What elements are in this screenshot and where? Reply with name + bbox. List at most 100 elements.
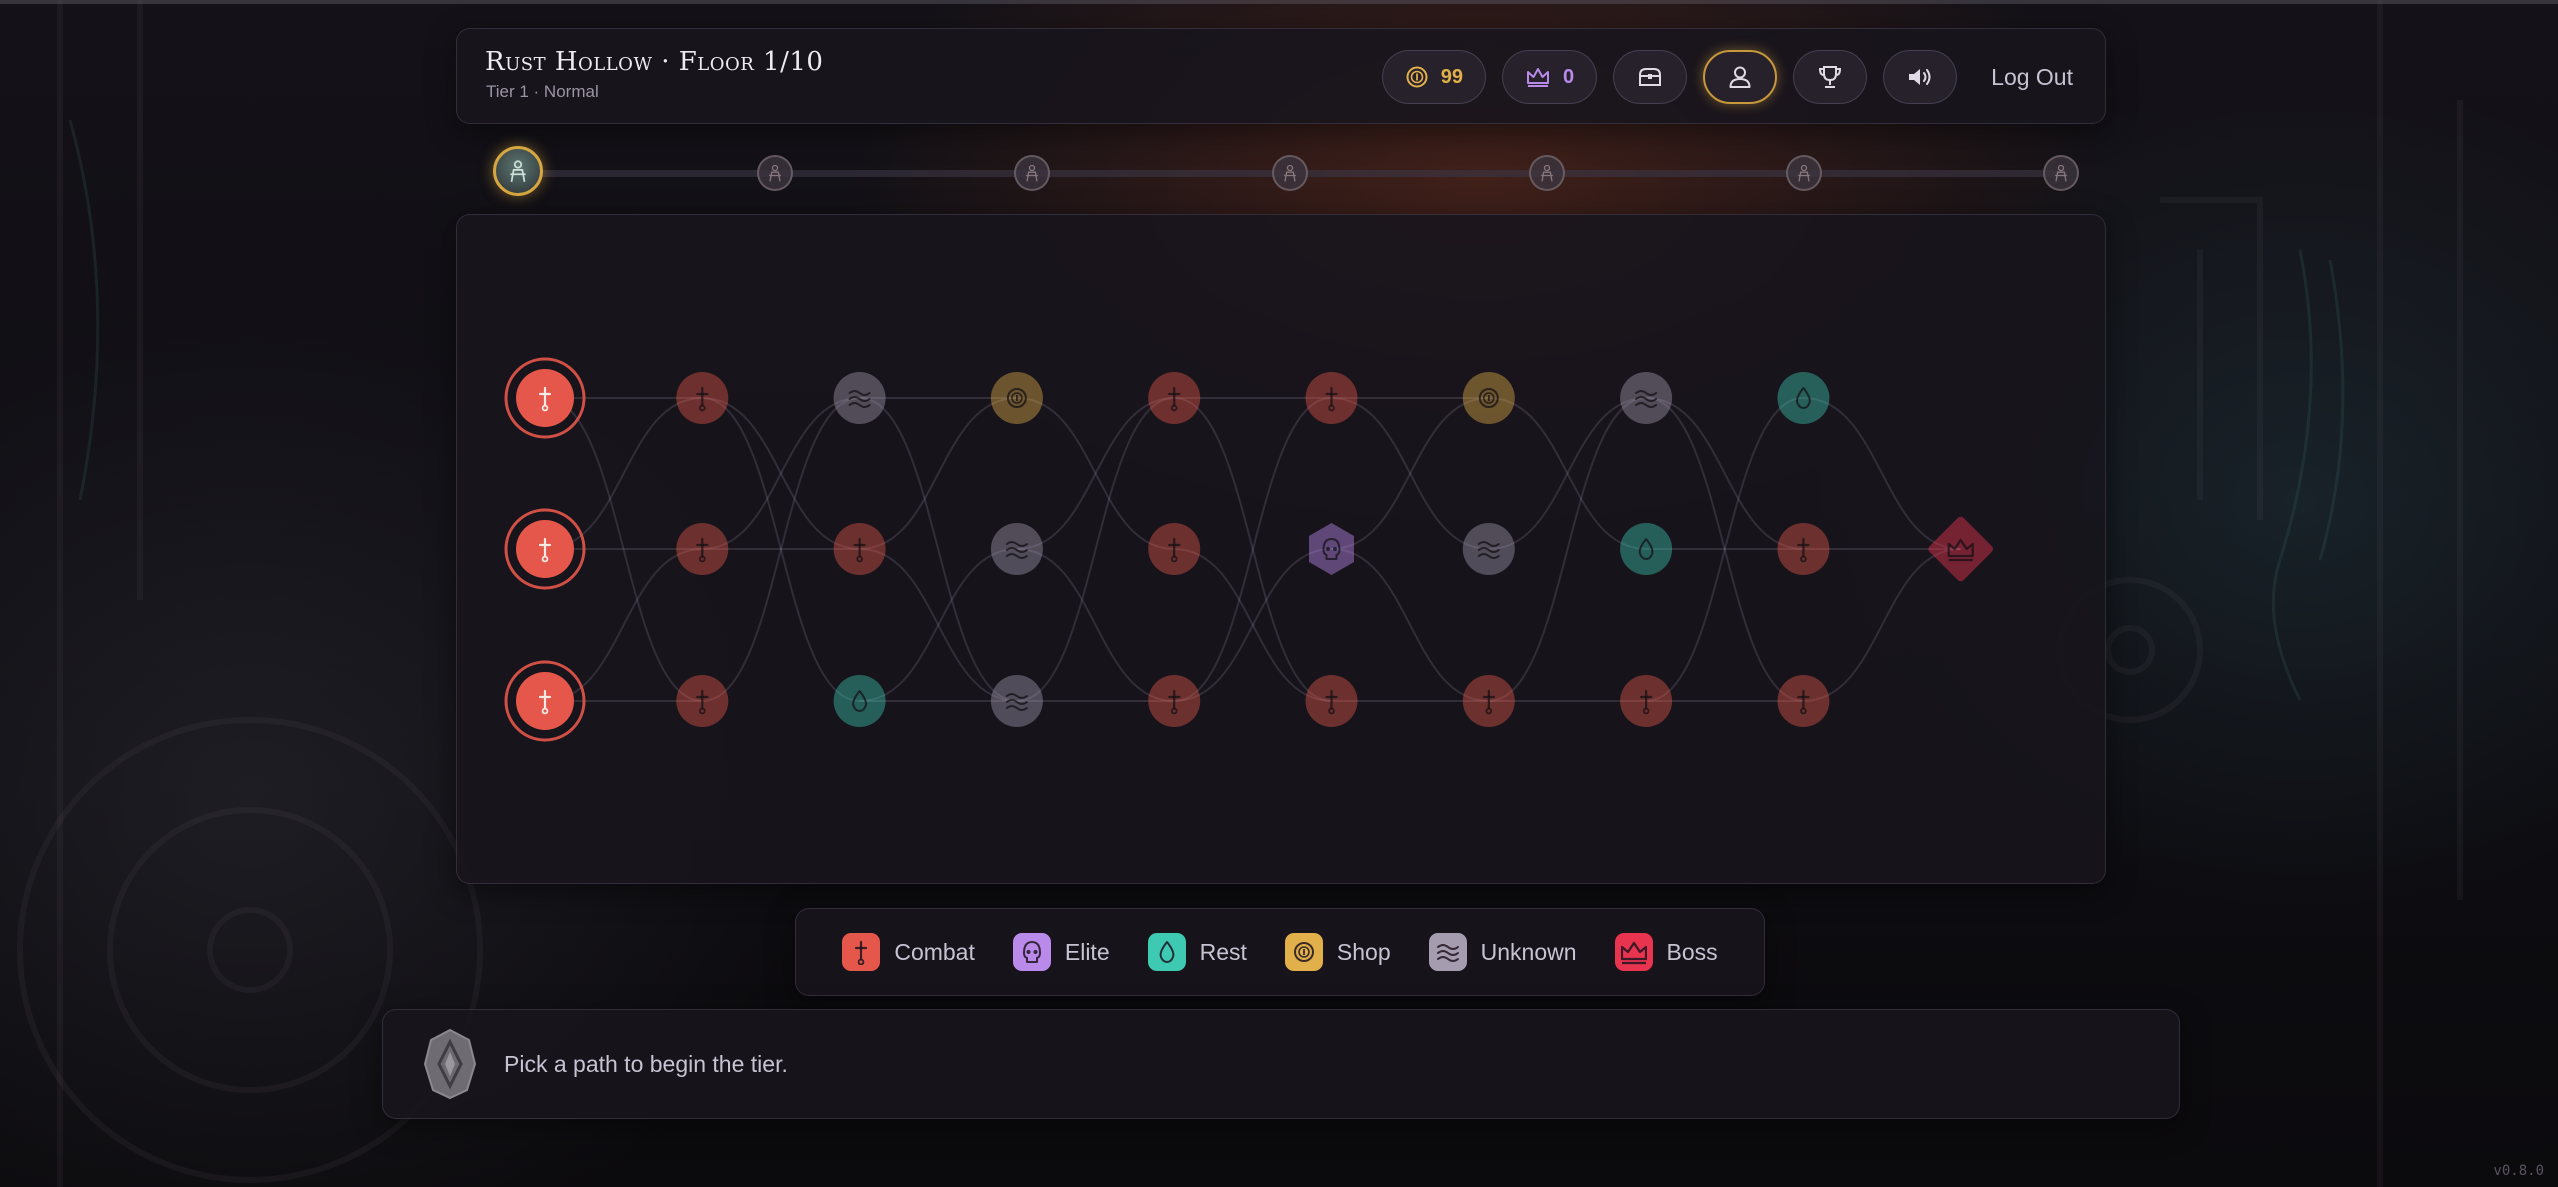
map-node-combat [833,523,886,575]
map-node-shop [1462,372,1515,424]
path-edge [859,397,1017,550]
floor-emblem-icon [769,164,781,182]
path-edge [1016,548,1175,702]
legend-chip [1428,933,1467,971]
map-node-unknown [990,675,1043,727]
legend-label: Combat [894,938,975,965]
header-actions: 99 0 Log Out [1381,49,2083,105]
hint-text: Pick a path to begin the tier. [504,1051,788,1077]
floor-emblem-icon [1026,164,1039,182]
map-node-combat [676,523,729,575]
legend-item-elite: Elite [1012,933,1110,971]
chest-icon [1639,68,1662,86]
path-edge [1803,548,1961,702]
progress-step [1271,155,1308,191]
map-node-unknown [1462,523,1515,575]
user-icon [1729,66,1751,88]
map-node-rest [833,675,886,727]
legend-item-rest: Rest [1147,933,1247,971]
map-node-combat [1148,372,1201,424]
progress-step [1528,155,1565,191]
map-node-combat[interactable] [504,508,586,590]
map-node-unknown [1620,372,1673,424]
path-edge [544,397,703,550]
floor-emblem-icon [1283,164,1296,182]
path-edge [859,548,1017,702]
map-node-combat[interactable] [504,357,586,439]
path-edge [1331,548,1489,702]
crown-icon [1527,68,1550,87]
progress-step [1014,155,1051,191]
achievements-button[interactable] [1793,50,1868,104]
legend-label: Elite [1064,938,1110,965]
map-node-boss [1928,516,1993,582]
legend-label: Boss [1666,938,1718,965]
legend-chip [1012,933,1051,971]
floor-emblem-icon [1797,164,1810,182]
sound-button[interactable] [1883,50,1958,104]
map-node-combat [1148,675,1201,727]
rune-stone-icon [423,1028,477,1100]
legend-item-unknown: Unknown [1428,933,1577,971]
progress-step [1785,155,1822,191]
floor-emblem-icon [510,160,526,182]
path-edge [1016,397,1175,550]
map-node-shop [990,372,1043,424]
progress-step [2043,155,2079,191]
top-bar: Rust Hollow · Floor 1/10 Tier 1 · Normal… [456,28,2106,124]
path-edge [1803,397,1961,550]
path-edge [1488,397,1647,550]
map-node-rest [1620,523,1673,575]
dagger-icon [855,940,868,965]
floor-emblem-icon [1540,164,1553,182]
trophy-icon [1819,66,1842,88]
crown-counter[interactable]: 0 [1502,50,1598,104]
legend-label: Shop [1336,938,1391,965]
map-node-combat [1462,675,1515,727]
path-edge [702,397,860,550]
legend-label: Rest [1199,938,1247,965]
floor-title: Rust Hollow · Floor 1/10 [485,47,824,77]
speaker-icon [1909,69,1931,85]
floor-progress-track [493,146,2087,198]
waves-icon [1436,944,1459,962]
map-node-combat[interactable] [504,660,586,742]
node-legend: Combat Elite Rest Shop Unknown Boss [795,908,1765,996]
path-map [456,214,2106,884]
map-node-combat [1305,675,1358,727]
map-node-combat [1777,523,1830,575]
legend-item-combat: Combat [842,933,975,971]
tier-subtitle: Tier 1 · Normal [486,82,599,101]
map-node-combat [676,675,729,727]
path-edge [1646,397,1804,550]
map-node-unknown [990,523,1043,575]
legend-chip [1614,933,1653,971]
map-node-combat [1305,372,1358,424]
logout-button[interactable]: Log Out [1973,64,2083,91]
legend-chip [842,933,881,971]
gold-value: 99 [1440,65,1464,88]
map-canvas [504,357,1993,742]
legend-chip [1284,933,1323,971]
gold-counter[interactable]: 99 [1381,50,1487,104]
map-node-combat [1777,675,1830,727]
map-node-rest [1777,372,1830,424]
map-node-combat [1148,523,1201,575]
path-edge [1331,397,1489,550]
legend-chip [1147,933,1186,971]
crown-value: 0 [1563,65,1575,88]
crown-icon [1620,941,1647,965]
hint-message: Pick a path to begin the tier. [382,1009,2180,1119]
legend-item-boss: Boss [1614,933,1718,971]
path-edge [1174,548,1332,702]
skull-icon [1022,941,1041,963]
legend-item-shop: Shop [1284,933,1391,971]
path-edge [544,548,703,702]
profile-button[interactable] [1703,50,1778,104]
version-label: v0.8.0 [2493,1163,2544,1179]
progress-step-current [493,146,543,196]
inventory-button[interactable] [1613,50,1688,104]
floor-emblem-icon [2055,164,2067,182]
path-edges [544,397,1961,702]
coin-icon [1293,942,1314,962]
